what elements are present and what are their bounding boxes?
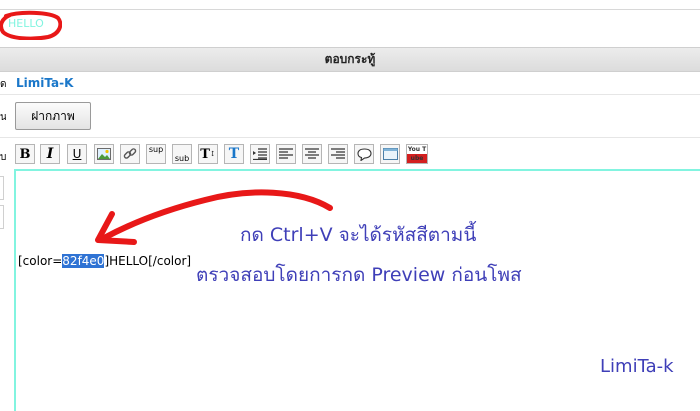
quote-button[interactable] xyxy=(354,144,374,164)
align-left-button[interactable] xyxy=(276,144,296,164)
left-side-input-stub xyxy=(0,205,4,229)
align-left-icon xyxy=(279,148,293,159)
link-button[interactable] xyxy=(120,144,140,164)
align-center-button[interactable] xyxy=(302,144,322,164)
left-side-input-stub xyxy=(0,176,4,200)
underline-button[interactable]: U xyxy=(67,144,87,164)
username[interactable]: LimiTa-K xyxy=(16,76,73,90)
superscript-icon: sup xyxy=(148,145,164,154)
code-box-button[interactable] xyxy=(380,144,400,164)
editor-text-before: [color= xyxy=(18,254,63,268)
top-divider xyxy=(0,9,700,10)
image-button[interactable] xyxy=(94,144,114,164)
superscript-button[interactable]: sup xyxy=(146,144,166,164)
subscript-icon: sub xyxy=(174,154,190,163)
subscript-button[interactable]: sub xyxy=(172,144,192,164)
row-label-image: น xyxy=(0,112,6,123)
italic-icon: I xyxy=(46,146,54,162)
author-signature: LimiTa-k xyxy=(600,356,674,377)
reply-section-header: ตอบกระทู้ xyxy=(0,47,700,72)
editor-content[interactable]: [color=82f4e0]HELLO[/color] xyxy=(18,254,191,268)
row-divider xyxy=(0,94,700,95)
row-label-message: บ xyxy=(0,152,6,163)
text-color-button[interactable]: T xyxy=(224,144,244,164)
underline-icon: U xyxy=(72,147,82,161)
bold-button[interactable]: B xyxy=(15,144,35,164)
annotation-line-2: ตรวจสอบโดยการกด Preview ก่อนโพส xyxy=(196,264,522,286)
row-divider xyxy=(0,137,700,138)
row-label-name: ด xyxy=(0,79,6,90)
box-icon xyxy=(382,148,398,160)
indent-icon xyxy=(253,148,267,160)
font-size-icon: T xyxy=(200,146,210,162)
align-center-icon xyxy=(305,148,319,159)
link-icon xyxy=(123,148,137,159)
speech-bubble-icon xyxy=(356,147,372,161)
youtube-button[interactable]: You Tube xyxy=(406,144,428,164)
text-color-icon: T xyxy=(228,146,240,162)
editor-text-after: ]HELLO[/color] xyxy=(104,254,192,268)
font-size-button[interactable]: T ↕ xyxy=(198,144,218,164)
indent-button[interactable] xyxy=(250,144,270,164)
annotation-line-1: กด Ctrl+V จะได้รหัสสีตามนี้ xyxy=(240,224,477,246)
align-right-icon xyxy=(331,148,345,159)
image-icon xyxy=(97,148,111,160)
up-down-arrow-icon: ↕ xyxy=(209,150,216,158)
italic-button[interactable]: I xyxy=(40,144,60,164)
align-right-button[interactable] xyxy=(328,144,348,164)
bold-icon: B xyxy=(19,146,31,162)
message-editor[interactable] xyxy=(14,169,700,411)
upload-image-button[interactable]: ฝากภาพ xyxy=(15,102,91,130)
youtube-icon: You Tube xyxy=(407,145,427,163)
color-preview-text: HELLO xyxy=(8,17,44,30)
editor-selected-text: 82f4e0 xyxy=(62,254,105,268)
